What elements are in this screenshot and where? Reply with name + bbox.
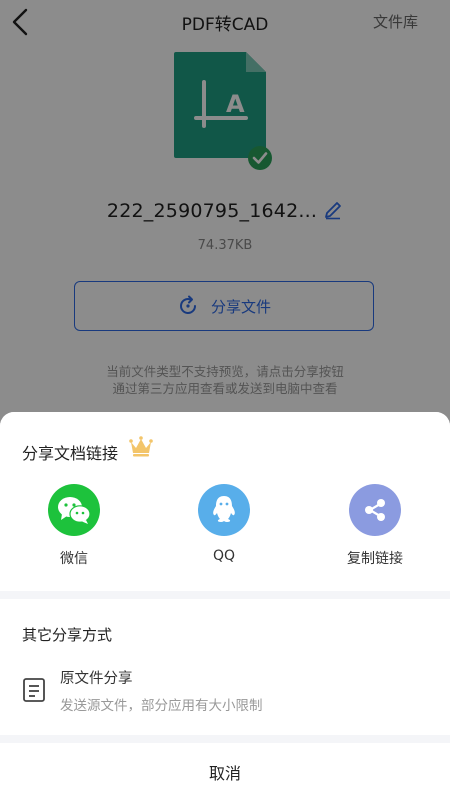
share-link-section-title: 分享文档链接 [22,444,119,463]
original-file-share-subtitle: 发送源文件，部分应用有大小限制 [60,698,263,714]
original-file-share-title[interactable]: 原文件分享 [60,667,133,688]
document-icon [22,677,46,703]
share-qq-label: QQ [212,548,236,564]
share-wechat[interactable]: 微信 [34,484,114,568]
share-wechat-label: 微信 [60,551,88,567]
cancel-button[interactable]: 取消 [0,743,450,800]
wechat-icon [48,484,100,536]
share-qq[interactable]: QQ [184,484,264,564]
share-link-section: 分享文档链接 微信 QQ 复制链接 [0,412,450,591]
other-share-section: 其它分享方式 原文件分享 发送源文件，部分应用有大小限制 [0,599,450,735]
qq-icon [198,484,250,536]
other-share-section-title: 其它分享方式 [22,626,113,644]
crown-icon [128,434,154,458]
share-copy-link[interactable]: 复制链接 [335,484,415,568]
share-sheet: 分享文档链接 微信 QQ 复制链接 其它分享方式 原文件分享 发送源文件，部分应… [0,412,450,800]
share-copy-link-label: 复制链接 [347,551,403,567]
share-link-icon [349,484,401,536]
